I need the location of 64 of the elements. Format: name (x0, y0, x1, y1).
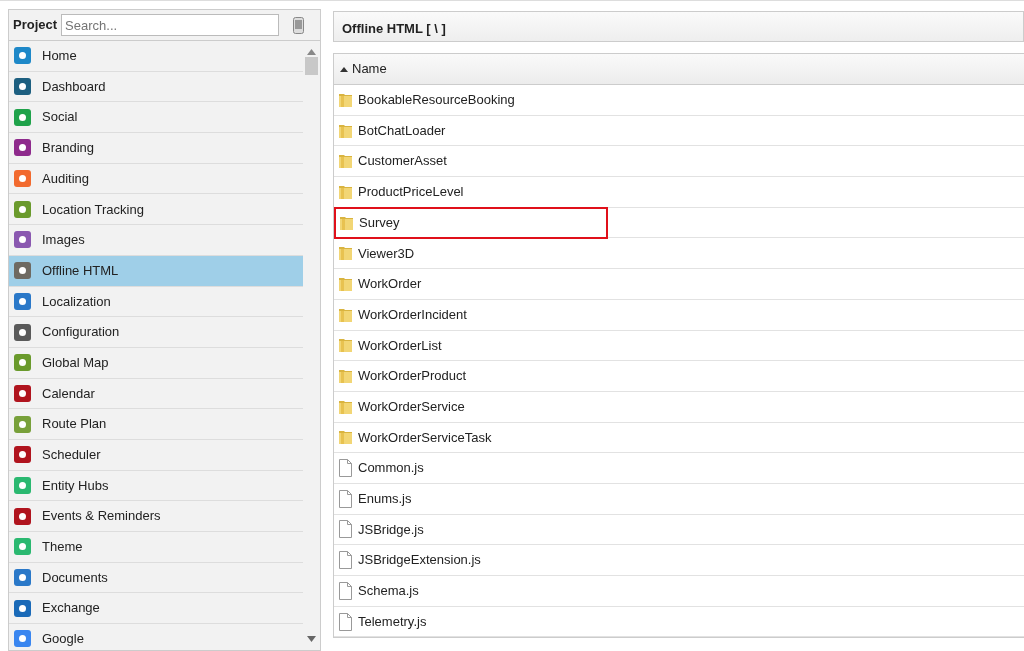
scroll-up-arrow-icon[interactable] (307, 49, 316, 55)
folder-icon (338, 337, 353, 354)
sidebar-item[interactable]: Localization (9, 286, 303, 318)
panel-title: Offline HTML [ \ ] (333, 11, 1024, 42)
folder-icon (338, 91, 353, 108)
file-name[interactable]: JSBridgeExtension.js (358, 550, 481, 570)
sidebar-item[interactable]: Exchange (9, 593, 303, 625)
scrollbar-thumb[interactable] (305, 57, 318, 75)
sidebar-item[interactable]: Entity Hubs (9, 470, 303, 502)
sidebar-title: Project (13, 16, 58, 35)
file-name[interactable]: Common.js (358, 458, 424, 478)
sidebar-item[interactable]: Branding (9, 133, 303, 164)
sidebar-item[interactable]: Global Map (9, 347, 303, 379)
folder-name[interactable]: BookableResourceBooking (358, 90, 515, 110)
folder-name[interactable]: WorkOrder (358, 274, 422, 294)
folder-icon (339, 214, 354, 231)
folder-icon (338, 429, 353, 446)
folder-icon (338, 275, 353, 292)
sidebar-item[interactable]: Calendar (9, 378, 303, 410)
sidebar-item[interactable]: Events & Reminders (9, 501, 303, 532)
folder-name[interactable]: WorkOrderIncident (358, 304, 467, 325)
file-name[interactable]: Telemetry.js (358, 611, 427, 632)
folder-icon (338, 245, 353, 262)
file-icon (338, 581, 353, 600)
sidebar-item[interactable]: Theme (9, 532, 303, 563)
column-header[interactable]: Name (352, 59, 387, 79)
file-icon (338, 551, 353, 570)
folder-icon (338, 306, 353, 323)
sidebar-item[interactable]: Offline HTML (9, 255, 303, 287)
folder-name[interactable]: WorkOrderProduct (358, 366, 467, 386)
folder-name[interactable]: ProductPriceLevel (358, 182, 464, 202)
folder-name[interactable]: WorkOrderService (358, 396, 465, 417)
sidebar-item[interactable]: Scheduler (9, 439, 303, 471)
sidebar-item[interactable]: Social (9, 102, 303, 134)
folder-name[interactable]: Viewer3D (358, 243, 415, 264)
file-icon (338, 520, 353, 539)
folder-icon (338, 183, 353, 200)
sidebar-item[interactable]: Home (9, 41, 303, 72)
folder-icon (338, 153, 353, 170)
folder-name[interactable]: WorkOrderServiceTask (358, 427, 492, 448)
folder-icon (338, 368, 353, 385)
sidebar-item[interactable]: Configuration (9, 317, 303, 348)
file-name[interactable]: Enums.js (358, 489, 412, 509)
sidebar-item[interactable]: Auditing (9, 163, 303, 195)
file-icon (338, 612, 353, 631)
file-name[interactable]: JSBridge.js (358, 519, 424, 540)
folder-icon (338, 398, 353, 415)
sidebar-item[interactable]: Location Tracking (9, 194, 303, 226)
sidebar-item[interactable]: Route Plan (9, 409, 303, 440)
folder-name[interactable]: Survey (359, 212, 400, 233)
folder-name[interactable]: BotChatLoader (358, 120, 446, 141)
scroll-down-arrow-icon[interactable] (307, 636, 316, 642)
phone-icon[interactable] (293, 16, 305, 34)
folder-name[interactable]: CustomerAsset (358, 151, 447, 171)
sidebar-item[interactable]: Google (9, 624, 303, 650)
folder-name[interactable]: WorkOrderList (358, 335, 442, 356)
file-icon (338, 489, 353, 508)
file-name[interactable]: Schema.js (358, 581, 419, 601)
sidebar-item[interactable]: Dashboard (9, 71, 303, 103)
folder-icon (338, 122, 353, 139)
search-field[interactable]: Search... (61, 14, 280, 36)
sidebar-item[interactable]: Images (9, 225, 303, 256)
file-icon (338, 459, 353, 478)
sidebar-item[interactable]: Documents (9, 562, 303, 594)
